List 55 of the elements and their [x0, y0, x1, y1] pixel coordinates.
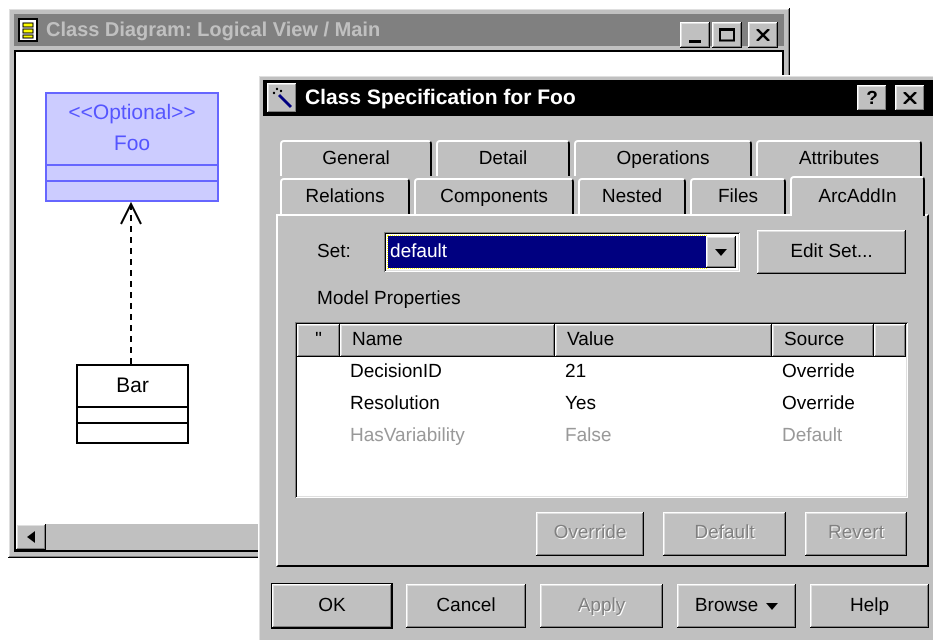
close-icon	[756, 29, 770, 41]
footer-button[interactable]: Cancel	[406, 584, 526, 628]
tab[interactable]: Attributes	[756, 140, 922, 176]
table-cell-text: False	[564, 424, 612, 448]
tab[interactable]: Nested	[578, 178, 686, 214]
caret-icon	[715, 248, 727, 256]
footer-button[interactable]: Help	[810, 584, 929, 628]
diagram-icon	[18, 18, 38, 42]
class-name: Bar	[115, 373, 150, 399]
set-value: default	[388, 236, 706, 268]
table-cell-text: DecisionID	[349, 360, 443, 384]
tab[interactable]: Detail	[436, 140, 570, 176]
magic-wand-icon	[271, 87, 293, 109]
class-stereotype: <<Optional>>	[67, 100, 197, 126]
tab[interactable]: Components	[414, 178, 574, 214]
tab[interactable]: Relations	[280, 178, 410, 214]
table-cell-text: Override	[781, 392, 856, 416]
close-icon	[903, 92, 917, 104]
set-dropdown[interactable]: default	[384, 232, 740, 272]
table-cell-text: Yes	[564, 392, 597, 416]
close-button[interactable]	[748, 22, 778, 48]
model-properties-label: Model Properties	[317, 287, 462, 311]
property-row[interactable]: Resolution Yes Override	[297, 388, 906, 420]
property-row[interactable]: DecisionID 21 Override	[297, 356, 906, 388]
dialog-title: Class Specification for Foo	[305, 85, 576, 112]
table-cell-text: Resolution	[349, 392, 441, 416]
table-cell-text: Default	[781, 424, 844, 448]
footer-button[interactable]: Browse	[677, 584, 796, 628]
edit-set-button[interactable]: Edit Set...	[757, 230, 906, 274]
tab[interactable]: ArcAddIn	[790, 176, 925, 216]
column-header[interactable]: "	[297, 324, 340, 356]
help-button[interactable]: ?	[857, 85, 887, 111]
tab[interactable]: Files	[690, 178, 786, 214]
column-header[interactable]: Source	[772, 324, 874, 356]
tab[interactable]: Operations	[574, 140, 752, 176]
left-arrow-icon	[27, 531, 35, 543]
caret-icon	[766, 602, 778, 610]
tab[interactable]: General	[280, 140, 432, 176]
window-title: Class Diagram: Logical View / Main	[46, 18, 380, 43]
maximize-icon	[719, 28, 735, 42]
table-cell-text: HasVariability	[349, 424, 466, 448]
footer-button[interactable]: OK	[272, 584, 392, 628]
minimize-button[interactable]	[680, 22, 710, 48]
class-name: Foo	[112, 131, 152, 157]
set-label: Set:	[317, 240, 352, 264]
maximize-button[interactable]	[712, 22, 742, 48]
column-header[interactable]: Name	[340, 324, 555, 356]
table-cell-text: 21	[564, 360, 588, 384]
column-header[interactable]: Value	[555, 324, 772, 356]
close-button[interactable]	[895, 85, 925, 111]
empty-column-header	[874, 324, 906, 356]
minimize-icon	[689, 40, 701, 43]
dropdown-button[interactable]	[706, 236, 736, 268]
scroll-left-button[interactable]	[16, 524, 46, 550]
table-cell-text: Override	[781, 360, 856, 384]
